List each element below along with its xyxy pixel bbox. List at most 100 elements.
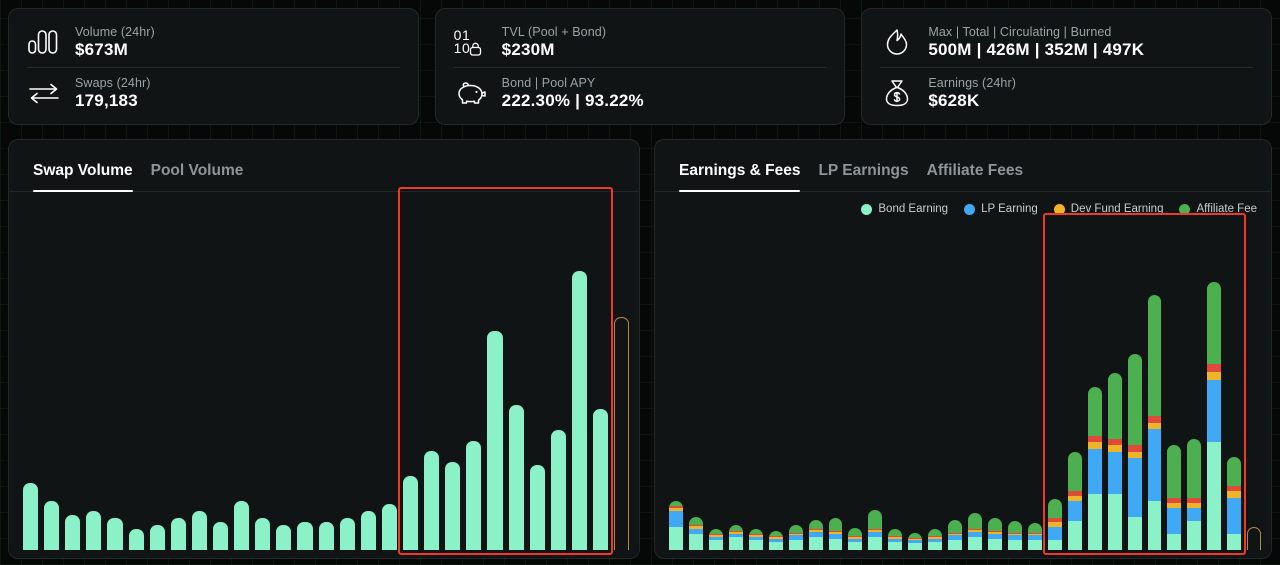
bar[interactable] bbox=[888, 529, 902, 550]
bar[interactable] bbox=[551, 430, 566, 550]
bar[interactable] bbox=[171, 518, 186, 550]
bar[interactable] bbox=[1108, 373, 1122, 550]
bar-slot[interactable] bbox=[948, 223, 962, 550]
bar[interactable] bbox=[129, 529, 144, 550]
bar[interactable] bbox=[445, 462, 460, 550]
bar-slot[interactable] bbox=[551, 197, 566, 550]
bar[interactable] bbox=[789, 525, 803, 551]
bar-slot[interactable] bbox=[530, 197, 545, 550]
bar[interactable] bbox=[276, 525, 291, 550]
bar[interactable] bbox=[948, 520, 962, 550]
bar-slot[interactable] bbox=[509, 197, 524, 550]
bar[interactable] bbox=[829, 518, 843, 550]
bar-slot[interactable] bbox=[1128, 223, 1142, 550]
bar[interactable] bbox=[709, 529, 723, 550]
legend-item[interactable]: Affiliate Fee bbox=[1179, 203, 1257, 215]
bar-slot[interactable] bbox=[234, 197, 249, 550]
bar-slot[interactable] bbox=[1028, 223, 1042, 550]
tab-swap-volume[interactable]: Swap Volume bbox=[33, 162, 133, 191]
bar-slot[interactable] bbox=[1088, 223, 1102, 550]
bar[interactable] bbox=[1128, 354, 1142, 550]
bar-slot[interactable] bbox=[868, 223, 882, 550]
bar-slot[interactable] bbox=[107, 197, 122, 550]
bar-slot[interactable] bbox=[44, 197, 59, 550]
bar[interactable] bbox=[23, 483, 38, 550]
bar-slot[interactable] bbox=[908, 223, 922, 550]
bar-slot[interactable] bbox=[669, 223, 683, 550]
bar[interactable] bbox=[192, 511, 207, 550]
bar-slot[interactable] bbox=[424, 197, 439, 550]
bar[interactable] bbox=[868, 510, 882, 550]
bar[interactable] bbox=[1068, 452, 1082, 550]
bar[interactable] bbox=[1207, 282, 1221, 550]
bar[interactable] bbox=[593, 409, 608, 550]
bar[interactable] bbox=[382, 504, 397, 550]
bar[interactable] bbox=[150, 525, 165, 550]
bar[interactable] bbox=[466, 441, 481, 550]
bar-slot[interactable] bbox=[614, 197, 629, 550]
bar[interactable] bbox=[809, 520, 823, 550]
bar[interactable] bbox=[908, 533, 922, 550]
bar-slot[interactable] bbox=[888, 223, 902, 550]
bar-slot[interactable] bbox=[593, 197, 608, 550]
bar[interactable] bbox=[86, 511, 101, 550]
bar-slot[interactable] bbox=[340, 197, 355, 550]
bar-slot[interactable] bbox=[171, 197, 186, 550]
bar-slot[interactable] bbox=[968, 223, 982, 550]
bar-slot[interactable] bbox=[466, 197, 481, 550]
bar-slot[interactable] bbox=[276, 197, 291, 550]
bar-slot[interactable] bbox=[1247, 223, 1261, 550]
bar-slot[interactable] bbox=[255, 197, 270, 550]
bar[interactable] bbox=[769, 531, 783, 550]
bar-slot[interactable] bbox=[829, 223, 843, 550]
bar[interactable] bbox=[848, 528, 862, 550]
bar[interactable] bbox=[65, 515, 80, 550]
bar-slot[interactable] bbox=[319, 197, 334, 550]
bar[interactable] bbox=[234, 501, 249, 550]
bar-slot[interactable] bbox=[213, 197, 228, 550]
bar-slot[interactable] bbox=[1008, 223, 1022, 550]
bar-slot[interactable] bbox=[403, 197, 418, 550]
bar-slot[interactable] bbox=[749, 223, 763, 550]
bar-slot[interactable] bbox=[928, 223, 942, 550]
bar-slot[interactable] bbox=[1048, 223, 1062, 550]
bar-slot[interactable] bbox=[86, 197, 101, 550]
bar-slot[interactable] bbox=[1167, 223, 1181, 550]
bar-slot[interactable] bbox=[729, 223, 743, 550]
bar[interactable] bbox=[340, 518, 355, 550]
bar-slot[interactable] bbox=[129, 197, 144, 550]
tab-earnings-fees[interactable]: Earnings & Fees bbox=[679, 162, 800, 191]
bar-slot[interactable] bbox=[445, 197, 460, 550]
bar-slot[interactable] bbox=[988, 223, 1002, 550]
bar-slot[interactable] bbox=[769, 223, 783, 550]
bar[interactable] bbox=[403, 476, 418, 550]
bar[interactable] bbox=[928, 529, 942, 550]
pending-bar[interactable] bbox=[1247, 527, 1261, 550]
bar-slot[interactable] bbox=[23, 197, 38, 550]
bar-slot[interactable] bbox=[1108, 223, 1122, 550]
bar[interactable] bbox=[1028, 523, 1042, 550]
bar-slot[interactable] bbox=[1227, 223, 1241, 550]
legend-item[interactable]: Bond Earning bbox=[861, 203, 948, 215]
bar-slot[interactable] bbox=[809, 223, 823, 550]
bar-slot[interactable] bbox=[65, 197, 80, 550]
bar-slot[interactable] bbox=[192, 197, 207, 550]
bar[interactable] bbox=[572, 271, 587, 550]
tab-lp-earnings[interactable]: LP Earnings bbox=[818, 162, 908, 191]
bar[interactable] bbox=[988, 518, 1002, 550]
bar[interactable] bbox=[424, 451, 439, 550]
bar-slot[interactable] bbox=[789, 223, 803, 550]
legend-item[interactable]: LP Earning bbox=[964, 203, 1038, 215]
bar[interactable] bbox=[968, 513, 982, 550]
bar[interactable] bbox=[1048, 499, 1062, 550]
bar-slot[interactable] bbox=[572, 197, 587, 550]
bar-slot[interactable] bbox=[848, 223, 862, 550]
bar[interactable] bbox=[44, 501, 59, 550]
bar-slot[interactable] bbox=[1148, 223, 1162, 550]
bar[interactable] bbox=[361, 511, 376, 550]
bar[interactable] bbox=[1167, 445, 1181, 550]
bar-slot[interactable] bbox=[297, 197, 312, 550]
bar-slot[interactable] bbox=[1207, 223, 1221, 550]
bar[interactable] bbox=[1088, 387, 1102, 551]
bar-slot[interactable] bbox=[361, 197, 376, 550]
